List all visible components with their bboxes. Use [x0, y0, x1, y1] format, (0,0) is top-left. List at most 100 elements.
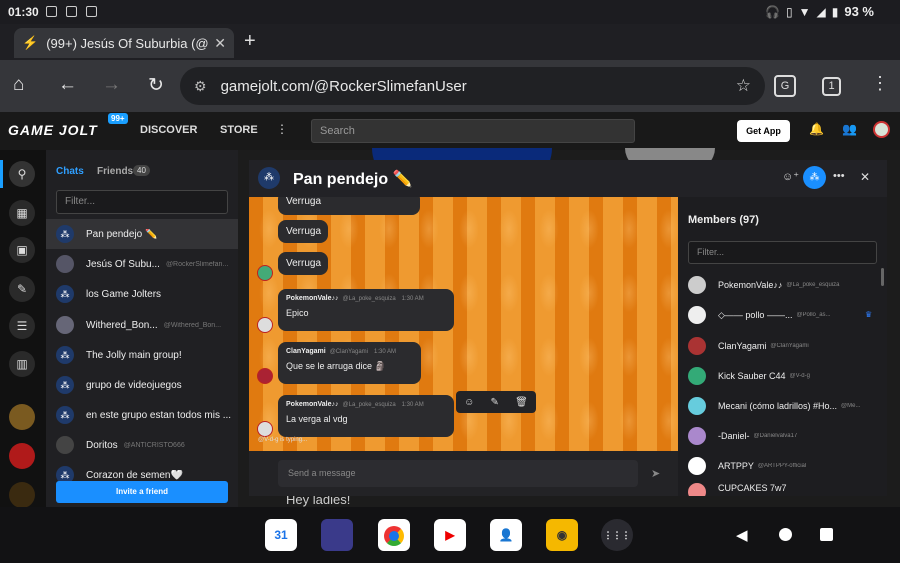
- message-text: Que se le arruga dice 🗿: [286, 361, 386, 371]
- avatar[interactable]: [257, 265, 273, 281]
- browser-tab[interactable]: ⚡ (99+) Jesús Of Suburbia (@ ✕: [14, 28, 234, 58]
- edit-icon[interactable]: ✎: [491, 397, 499, 408]
- message-text: Verruga: [286, 258, 322, 269]
- chat-icon[interactable]: ⚲: [9, 161, 35, 187]
- nav-recents-icon[interactable]: [820, 528, 833, 541]
- chat-list-item[interactable]: Withered_Bon... @Withered_Bon...: [46, 310, 238, 340]
- avatar: [688, 337, 706, 355]
- message-bubble[interactable]: Verruga: [278, 252, 328, 275]
- store-icon[interactable]: ▦: [9, 200, 35, 226]
- headphones-icon: 🎧: [765, 4, 781, 19]
- close-tab-icon[interactable]: ✕: [214, 35, 226, 52]
- sound-app-icon[interactable]: ◉: [546, 519, 578, 551]
- member-item[interactable]: ClanYagami @ClanYagami: [688, 334, 878, 358]
- avatar[interactable]: [257, 368, 273, 384]
- chat-filter-input[interactable]: Filter...: [56, 190, 228, 214]
- quests-icon[interactable]: ✎: [9, 276, 35, 302]
- chat-list-item[interactable]: ⁂ en este grupo estan todos mis ...: [46, 400, 238, 430]
- contacts-app-icon[interactable]: 👤: [490, 519, 522, 551]
- game-app-icon[interactable]: [321, 519, 353, 551]
- send-icon[interactable]: ➤: [651, 467, 660, 480]
- nav-home-icon[interactable]: [779, 528, 792, 541]
- address-bar[interactable]: ⚙ gamejolt.com/@RockerSlimefanUser ☆: [180, 67, 765, 105]
- chat-name: The Jolly main group!: [86, 349, 182, 361]
- chat-list-item[interactable]: ⁂ grupo de videojuegos: [46, 370, 238, 400]
- add-reaction-icon[interactable]: ☺: [464, 397, 474, 408]
- avatar[interactable]: [257, 317, 273, 333]
- members-title: Members (97): [688, 214, 759, 226]
- wifi-icon: ▼: [798, 4, 811, 19]
- chat-list-item[interactable]: Doritos @ANTICRISTO666: [46, 430, 238, 460]
- invite-friend-button[interactable]: Invite a friend: [56, 481, 228, 503]
- reload-icon[interactable]: ↻: [148, 74, 164, 97]
- member-name: -Daniel-: [718, 431, 750, 441]
- member-item[interactable]: CUPCAKES 7w7: [688, 483, 878, 496]
- member-item[interactable]: Kick Sauber C44 @V-d-g: [688, 364, 878, 388]
- avatar: [688, 397, 706, 415]
- library-icon[interactable]: ▥: [9, 351, 35, 377]
- chat-name: en este grupo estan todos mis ...: [86, 409, 232, 421]
- calendar-app-icon[interactable]: 31: [265, 519, 297, 551]
- home-icon[interactable]: ⌂: [13, 74, 24, 96]
- user-avatar[interactable]: [873, 121, 890, 138]
- chat-list-item[interactable]: ⁂ The Jolly main group!: [46, 340, 238, 370]
- more-menu-icon[interactable]: ⋮: [276, 122, 288, 136]
- close-icon[interactable]: ✕: [860, 170, 870, 184]
- gamejolt-favicon-icon: ⚡: [22, 35, 39, 50]
- tab-switcher-button[interactable]: 1: [822, 77, 841, 96]
- new-tab-button[interactable]: +: [244, 30, 256, 53]
- tab-friends[interactable]: Friends: [97, 166, 133, 177]
- search-input[interactable]: Search: [311, 119, 635, 143]
- youtube-app-icon[interactable]: ▶: [434, 519, 466, 551]
- avatar: [688, 276, 706, 294]
- more-options-icon[interactable]: •••: [833, 170, 845, 182]
- member-item[interactable]: Mecani (cómo ladrillos) #Ho... @Me...: [688, 394, 878, 418]
- message-bubble[interactable]: PokemonVale♪♪ @La_poke_esquiza 1:30 AM La …: [278, 395, 454, 437]
- message-input[interactable]: Send a message: [278, 460, 638, 487]
- member-handle: @Me...: [841, 403, 861, 409]
- avatar[interactable]: [257, 421, 273, 437]
- chat-name: Corazon de semen🤍: [86, 469, 183, 481]
- member-filter-input[interactable]: Filter...: [688, 241, 877, 264]
- get-app-button[interactable]: Get App: [737, 120, 790, 142]
- discover-link[interactable]: DISCOVER: [140, 124, 197, 136]
- message-bubble[interactable]: Verruga: [278, 197, 420, 215]
- chrome-app-icon[interactable]: [378, 519, 410, 551]
- message-author[interactable]: PokemonVale♪♪: [286, 401, 339, 408]
- community-avatar[interactable]: [9, 482, 35, 508]
- back-icon[interactable]: ←: [58, 74, 77, 96]
- message-author[interactable]: PokemonVale♪♪: [286, 295, 339, 302]
- member-item[interactable]: ◇—— pollo ——... @Pollo_as...: [688, 303, 878, 327]
- community-avatar[interactable]: [9, 404, 35, 430]
- member-item[interactable]: PokemonVale♪♪ @La_poke_esquiza: [688, 273, 878, 297]
- gamejolt-logo[interactable]: GAME JOLT: [8, 122, 98, 138]
- member-item[interactable]: ARTPPY @ARTPPY-official: [688, 454, 878, 478]
- delete-icon[interactable]: 🗑: [515, 397, 528, 408]
- chat-list-item[interactable]: Jesús Of Subu... @RockerSlimefan...: [46, 249, 238, 279]
- tab-chats[interactable]: Chats: [56, 166, 84, 177]
- scrollbar[interactable]: [881, 268, 884, 286]
- friends-icon[interactable]: 👥: [842, 122, 857, 136]
- jolt-icon[interactable]: ☰: [9, 313, 35, 339]
- message-author[interactable]: ClanYagami: [286, 348, 326, 355]
- tab-title: (99+) Jesús Of Suburbia (@: [46, 35, 209, 51]
- community-avatar[interactable]: [9, 443, 35, 469]
- chat-list-item[interactable]: ⁂ los Game Jolters: [46, 279, 238, 309]
- chat-list-item[interactable]: ⁂ Pan pendejo ✏️: [46, 219, 238, 249]
- translate-icon[interactable]: G: [774, 75, 796, 97]
- bookmark-star-icon[interactable]: ☆: [736, 76, 751, 96]
- bell-icon[interactable]: 🔔: [809, 122, 824, 136]
- store-link[interactable]: STORE: [220, 124, 258, 136]
- browser-menu-icon[interactable]: ⋮: [871, 73, 889, 94]
- message-bubble[interactable]: ClanYagami @ClanYagami 1:30 AM Que se le a…: [278, 342, 421, 384]
- message-bubble[interactable]: PokemonVale♪♪ @La_poke_esquiza 1:30 AM Epi…: [278, 289, 454, 331]
- message-bubble[interactable]: Verruga: [278, 220, 328, 243]
- member-item[interactable]: -Daniel- @Danielvalva17: [688, 424, 878, 448]
- app-drawer-icon[interactable]: ⋮⋮⋮: [601, 519, 633, 551]
- site-settings-icon[interactable]: ⚙: [194, 78, 207, 95]
- nav-back-icon[interactable]: ◀: [736, 526, 748, 544]
- add-member-icon[interactable]: ☺⁺: [782, 170, 799, 183]
- backpack-icon[interactable]: ▣: [9, 237, 35, 263]
- members-toggle-button[interactable]: ⁂: [803, 166, 826, 189]
- forward-icon[interactable]: →: [102, 74, 121, 96]
